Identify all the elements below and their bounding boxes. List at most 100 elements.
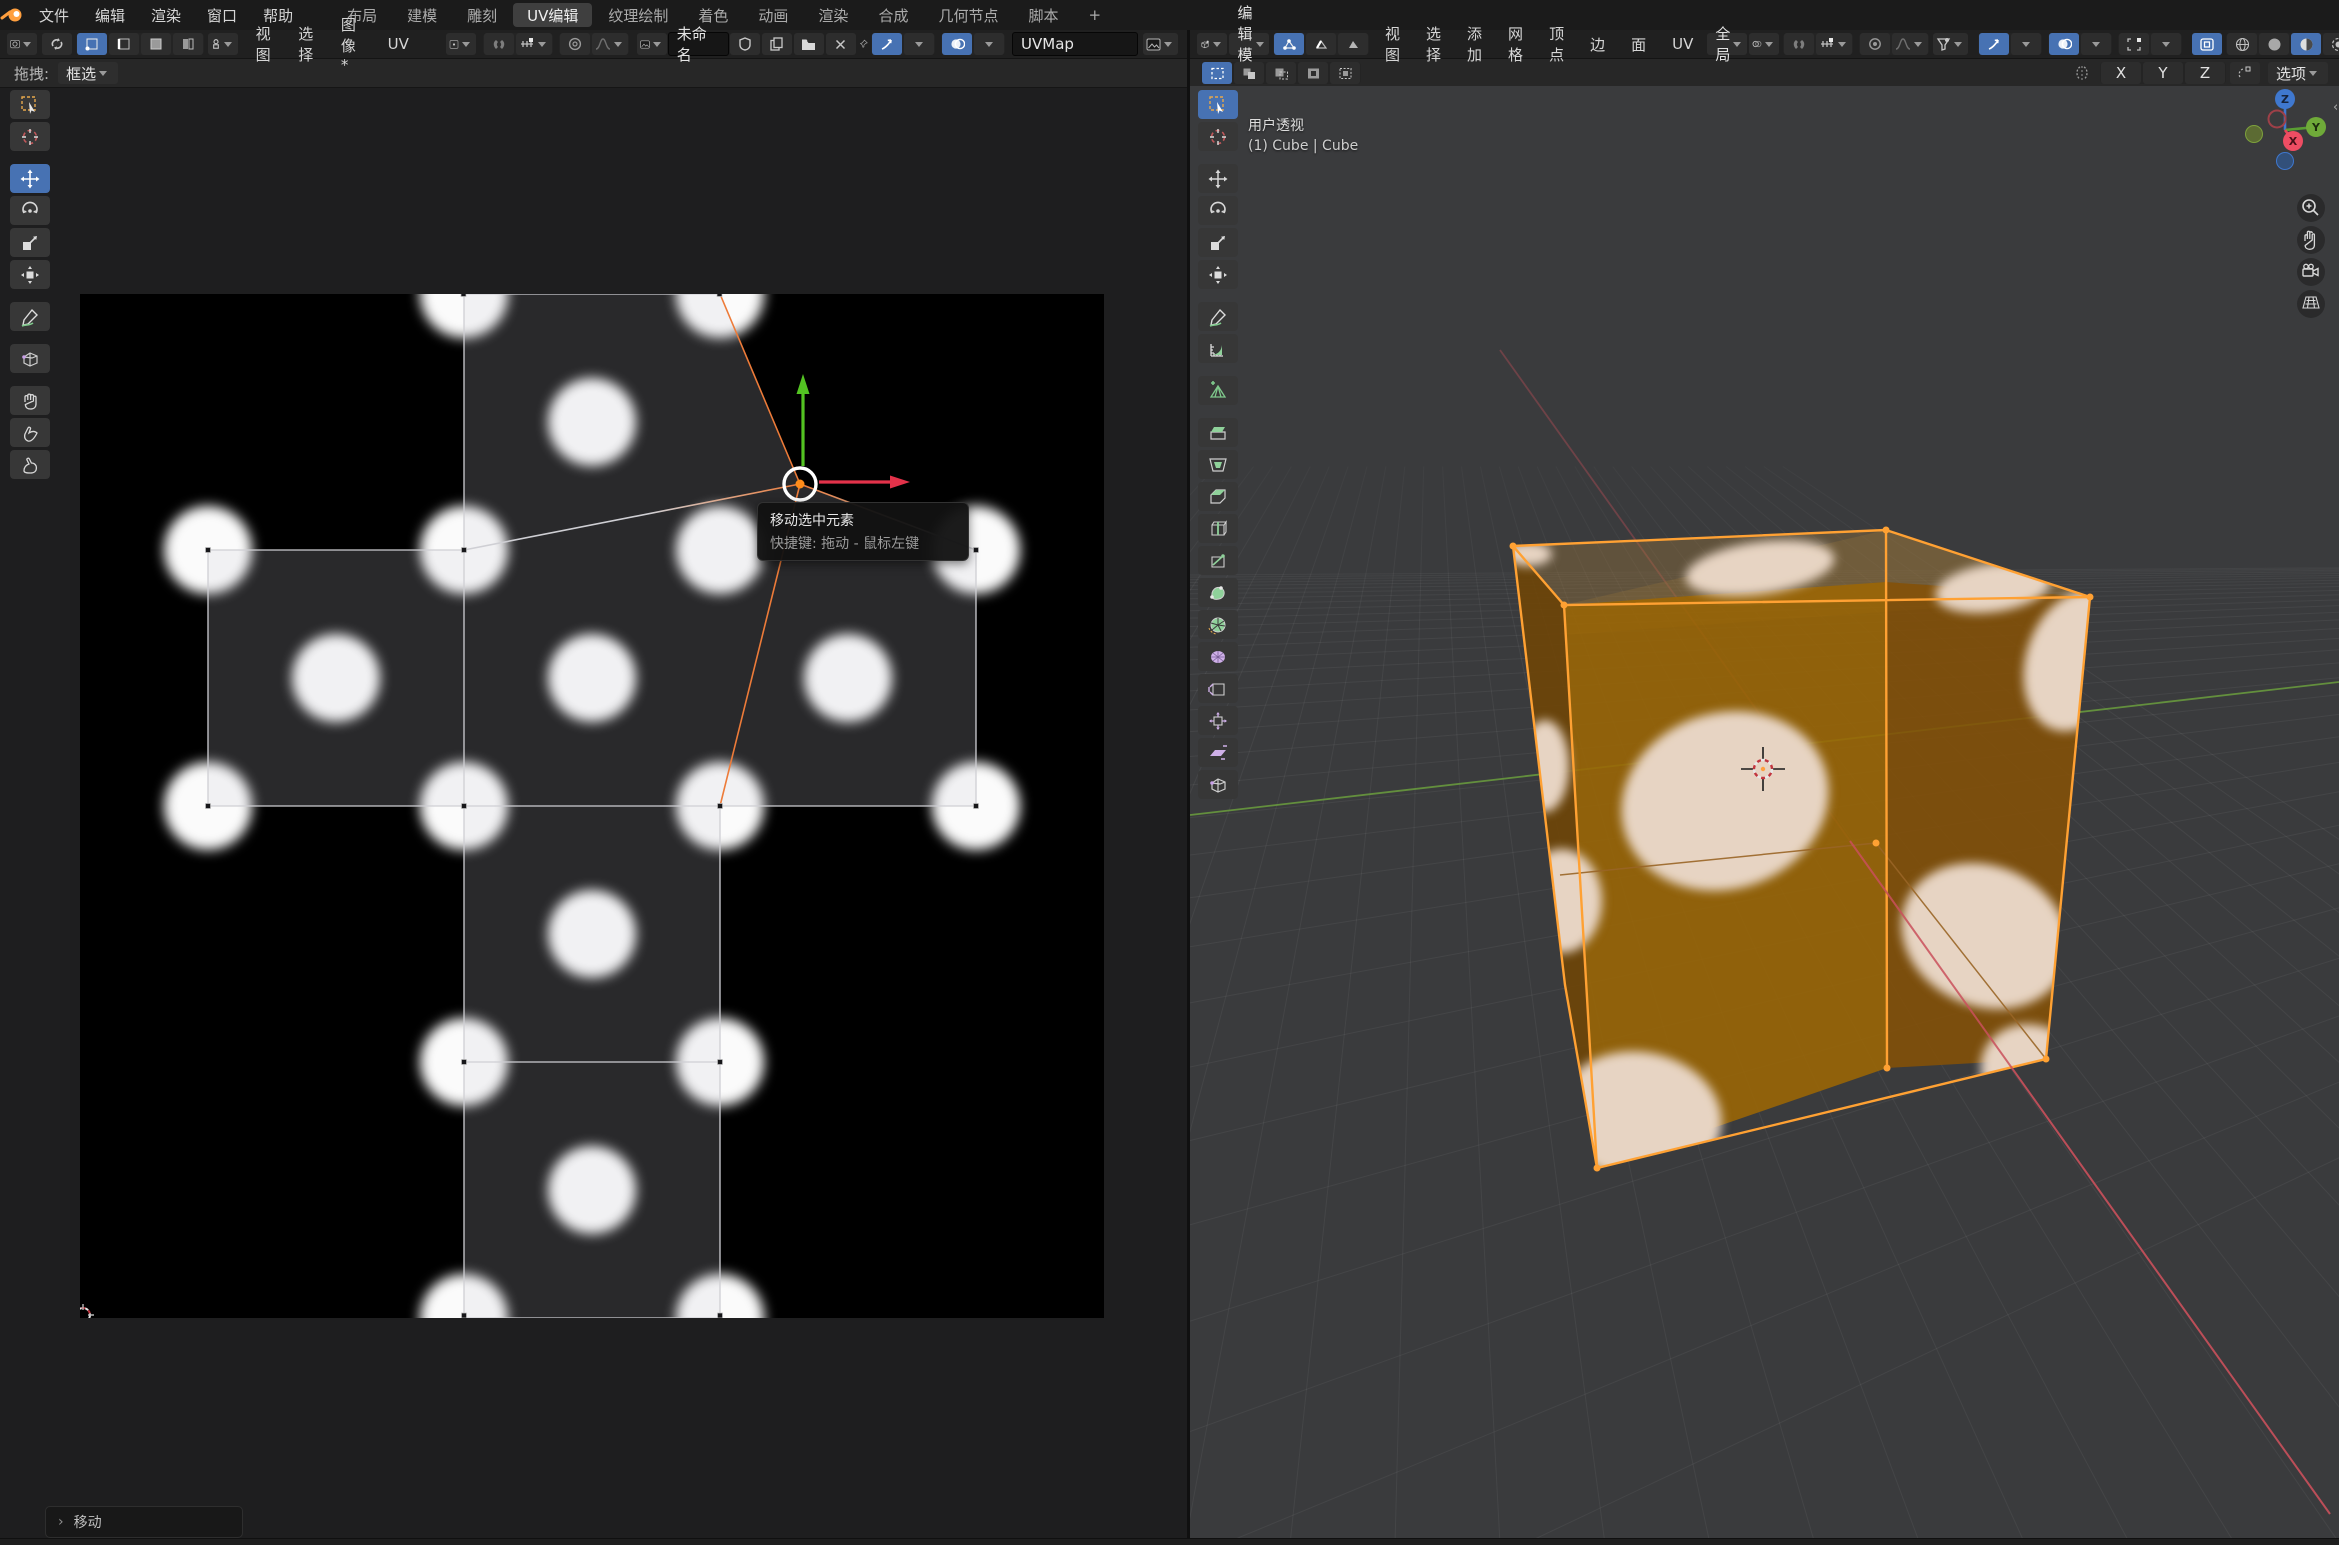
vp-snap-target-dropdown[interactable] [1816,33,1852,55]
viewport-editor-type-dropdown[interactable] [1197,33,1227,55]
mirror-y-button[interactable]: Y [2143,62,2183,84]
workspace-tab-texture-paint[interactable]: 纹理绘制 [594,3,682,27]
tool-transform[interactable] [10,260,50,289]
vp-tool-spin[interactable] [1198,610,1238,639]
tool-pinch[interactable] [10,450,50,479]
uv-gizmo-toggle[interactable] [872,33,902,55]
tool-rotate[interactable] [10,196,50,225]
workspace-tab-compositing[interactable]: 合成 [864,3,922,27]
axis-neg-y-ball[interactable] [2246,126,2263,143]
mode-dropdown[interactable]: 编辑模式 [1229,33,1269,55]
vp-tool-scale[interactable] [1198,228,1238,257]
vp-tool-extrude[interactable] [1198,418,1238,447]
uv-menu-uv[interactable]: UV [375,29,422,59]
menu-window[interactable]: 窗口 [194,0,250,30]
tool-annotate[interactable] [10,302,50,331]
vp-tool-cursor[interactable] [1198,122,1238,151]
selectmode-subtract[interactable] [1266,62,1296,84]
vp-tool-loop-cut[interactable] [1198,514,1238,543]
vp-tool-edge-slide[interactable] [1198,674,1238,703]
sticky-selection-dropdown[interactable] [208,33,238,55]
vp-tool-add-primitive[interactable] [1198,376,1238,405]
menu-edit[interactable]: 编辑 [82,0,138,30]
vp-tool-poly-build[interactable] [1198,578,1238,607]
vp-tool-inset[interactable] [1198,450,1238,479]
workspace-tab-scripting[interactable]: 脚本 [1014,3,1072,27]
tool-tweak-select[interactable] [10,90,50,119]
image-settings-dropdown[interactable] [1143,33,1178,55]
vp-proportional-toggle[interactable] [1860,33,1890,55]
unlink-image-button[interactable] [826,33,856,55]
pin-icon[interactable] [860,36,868,52]
workspace-tab-animation[interactable]: 动画 [744,3,802,27]
vp-menu-vertex[interactable]: 顶点 [1536,29,1577,59]
vp-corner-widget[interactable] [2119,33,2149,55]
vp-gizmo-dropdown[interactable] [2011,33,2041,55]
sidebar-collapse-arrow[interactable]: ‹ [2333,100,2338,115]
selectmode-intersect[interactable] [1330,62,1360,84]
vp-overlays-dropdown[interactable] [2081,33,2111,55]
vp-tool-shear[interactable] [1198,738,1238,767]
xray-toggle[interactable] [2192,33,2222,55]
operator-panel[interactable]: › 移动 [45,1506,243,1538]
uv-menu-view[interactable]: 视图 [243,29,286,59]
vp-tool-transform[interactable] [1198,260,1238,289]
visibility-filter-dropdown[interactable] [1933,33,1968,55]
mesh-select-mode-vertex[interactable] [1274,33,1304,55]
snap-toggle[interactable] [484,33,514,55]
vp-corner-dropdown[interactable] [2151,33,2181,55]
vp-menu-face[interactable]: 面 [1618,29,1659,59]
falloff-dropdown[interactable] [592,33,628,55]
tool-2d-cursor[interactable] [10,122,50,151]
proportional-edit-toggle[interactable] [560,33,590,55]
uv-gizmo-dropdown[interactable] [904,33,934,55]
workspace-tab-modeling[interactable]: 建模 [393,3,451,27]
shading-solid[interactable] [2259,33,2289,55]
navigation-gizmo[interactable]: Z Y X ‹ [2240,75,2339,325]
uv-select-mode-vertex[interactable] [77,33,107,55]
vp-menu-edge[interactable]: 边 [1577,29,1618,59]
viewport-canvas[interactable] [1190,86,2339,1538]
vp-pivot-dropdown[interactable] [1749,33,1779,55]
tool-grab[interactable] [10,386,50,415]
snap-target-dropdown[interactable] [516,33,552,55]
drag-mode-dropdown[interactable]: 框选 [58,62,118,84]
uv-move-gizmo[interactable] [784,374,910,500]
region-divider[interactable] [1187,30,1190,1538]
vp-tool-knife[interactable] [1198,546,1238,575]
vp-gizmo-toggle[interactable] [1979,33,2009,55]
workspace-tab-uv-editing[interactable]: UV编辑 [513,3,592,27]
uv-map-field[interactable]: UVMap [1012,32,1138,56]
pivot-point-dropdown[interactable] [446,33,476,55]
vp-menu-view[interactable]: 视图 [1372,29,1413,59]
mesh-select-mode-edge[interactable] [1306,33,1336,55]
selectmode-new[interactable] [1202,62,1232,84]
axis-neg-z-ball[interactable] [2277,153,2294,170]
workspace-tab-geometry-nodes[interactable]: 几何节点 [924,3,1012,27]
selectmode-extend[interactable] [1234,62,1264,84]
uv-2d-cursor[interactable] [80,1304,94,1318]
editor-type-dropdown[interactable] [7,33,37,55]
uv-select-mode-face[interactable] [141,33,171,55]
shading-material-preview[interactable] [2291,33,2321,55]
shading-wireframe[interactable] [2227,33,2257,55]
vp-tool-select-box[interactable] [1198,90,1238,119]
transform-orientation-dropdown[interactable]: 全局 [1707,33,1747,55]
vp-menu-uv[interactable]: UV [1659,29,1706,59]
vp-tool-annotate[interactable] [1198,302,1238,331]
menu-file[interactable]: 文件 [26,0,82,30]
viewport-nav-buttons[interactable] [2297,194,2325,318]
vp-menu-mesh[interactable]: 网格 [1495,29,1536,59]
image-name-field[interactable]: 未命名 [668,32,729,56]
vp-overlays-toggle[interactable] [2049,33,2079,55]
uv-menu-select[interactable]: 选择 [285,29,328,59]
workspace-add-button[interactable]: + [1074,3,1115,27]
uv-menu-image[interactable]: 图像* [328,29,375,59]
new-image-button[interactable] [762,33,792,55]
selectmode-invert[interactable] [1298,62,1328,84]
browse-image-dropdown[interactable] [637,33,667,55]
tool-relax[interactable] [10,418,50,447]
tool-scale[interactable] [10,228,50,257]
vp-falloff-dropdown[interactable] [1892,33,1928,55]
menu-render[interactable]: 渲染 [138,0,194,30]
